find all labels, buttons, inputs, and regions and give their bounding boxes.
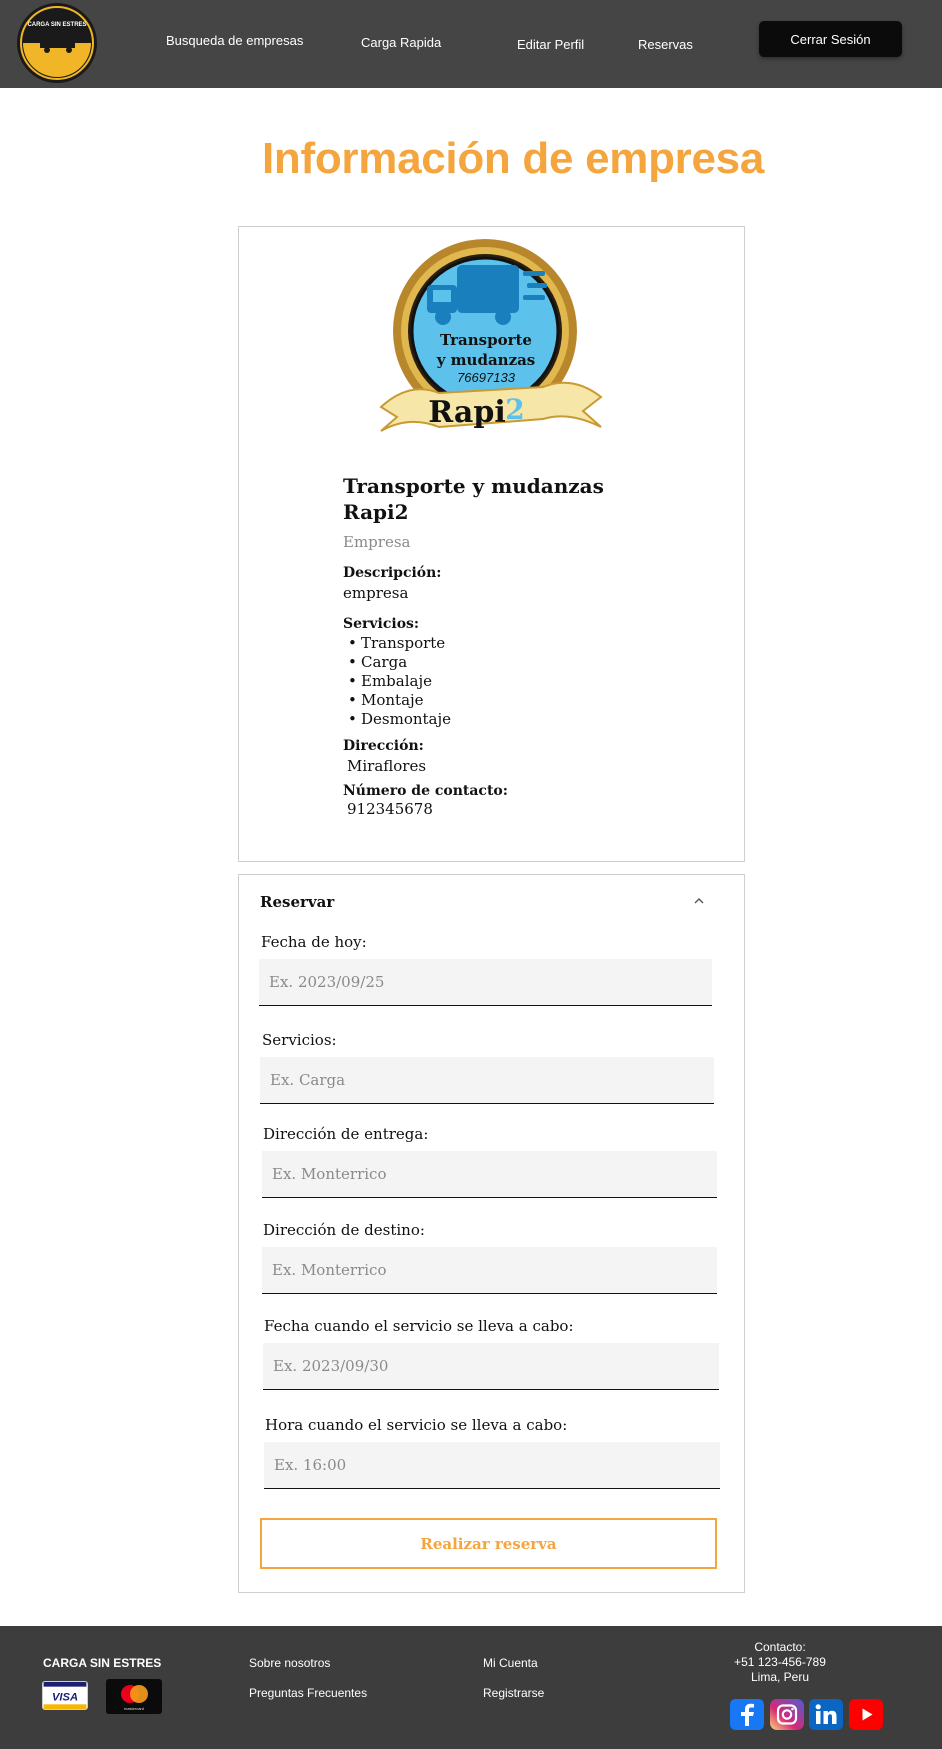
mastercard-text: mastercard xyxy=(124,1706,144,1711)
footer: CARGA SIN ESTRES VISA mastercard Sobre n… xyxy=(0,1626,942,1749)
address-label: Dirección: xyxy=(343,738,424,754)
service-item: Transporte xyxy=(343,634,663,653)
footer-link-about[interactable]: Sobre nosotros xyxy=(249,1656,330,1670)
company-type: Empresa xyxy=(343,533,411,551)
service-date-input[interactable] xyxy=(263,1343,719,1390)
service-item: Desmontaje xyxy=(343,710,663,729)
reservation-title: Reservar xyxy=(260,893,335,911)
services-input[interactable] xyxy=(260,1057,714,1104)
logout-button[interactable]: Cerrar Sesión xyxy=(759,21,902,57)
instagram-icon[interactable] xyxy=(770,1699,804,1730)
linkedin-icon[interactable] xyxy=(809,1699,843,1730)
logo-phone: 76697133 xyxy=(457,370,516,385)
facebook-icon[interactable] xyxy=(730,1699,764,1730)
contact-city: Lima, Peru xyxy=(750,1670,810,1684)
nav-company-search[interactable]: Busqueda de empresas xyxy=(166,33,303,48)
delivery-address-label: Dirección de entrega: xyxy=(263,1125,429,1143)
reservation-form: Reservar Fecha de hoy: Servicios: Direcc… xyxy=(238,874,745,1593)
company-name: Transporte y mudanzas Rapi2 xyxy=(343,473,663,525)
services-field-label: Servicios: xyxy=(262,1031,337,1049)
logo-number: 2 xyxy=(505,393,524,426)
contact-phone: +51 123-456-789 xyxy=(734,1655,826,1669)
footer-link-faq[interactable]: Preguntas Frecuentes xyxy=(249,1686,367,1700)
page-title: Información de empresa xyxy=(262,134,764,183)
delivery-address-input[interactable] xyxy=(262,1151,717,1198)
address-value: Miraflores xyxy=(347,757,427,775)
brand-logo[interactable]: CARGA SIN ESTRES xyxy=(16,2,98,84)
company-name-line2: Rapi2 xyxy=(343,500,409,524)
logo-line1: Transporte xyxy=(440,331,532,349)
company-details: Transporte y mudanzas Rapi2 Empresa Desc… xyxy=(343,473,663,818)
submit-reservation-button[interactable]: Realizar reserva xyxy=(260,1518,717,1569)
destination-address-label: Dirección de destino: xyxy=(263,1221,425,1239)
services-label: Servicios: xyxy=(343,616,420,632)
mastercard-icon: mastercard xyxy=(106,1679,162,1714)
service-item: Montaje xyxy=(343,691,663,710)
footer-link-register[interactable]: Registrarse xyxy=(483,1686,544,1700)
nav-edit-profile[interactable]: Editar Perfil xyxy=(517,37,584,52)
visa-text: VISA xyxy=(52,1692,78,1704)
visa-icon: VISA xyxy=(42,1681,88,1710)
top-navbar: CARGA SIN ESTRES Busqueda de empresas Ca… xyxy=(0,0,942,88)
contact-title: Contacto: xyxy=(754,1640,806,1654)
chevron-up-icon[interactable] xyxy=(691,893,707,909)
footer-contact: Contacto: +51 123-456-789 Lima, Peru xyxy=(700,1640,860,1685)
services-list: Transporte Carga Embalaje Montaje Desmon… xyxy=(343,634,663,729)
service-time-label: Hora cuando el servicio se lleva a cabo: xyxy=(265,1416,568,1434)
today-date-label: Fecha de hoy: xyxy=(261,933,367,951)
service-item: Embalaje xyxy=(343,672,663,691)
nav-reservations[interactable]: Reservas xyxy=(638,37,693,52)
company-info-card: Transporte y mudanzas 76697133 Rapi 2 Tr… xyxy=(238,226,745,862)
logo-name: Rapi xyxy=(428,395,505,430)
footer-brand: CARGA SIN ESTRES xyxy=(43,1656,162,1670)
phone-label: Número de contacto: xyxy=(343,783,508,799)
company-logo: Transporte y mudanzas 76697133 Rapi 2 xyxy=(379,239,603,432)
today-date-input[interactable] xyxy=(259,959,712,1006)
service-date-label: Fecha cuando el servicio se lleva a cabo… xyxy=(264,1317,574,1335)
description-value: empresa xyxy=(343,584,409,602)
company-name-line1: Transporte y mudanzas xyxy=(343,474,604,498)
youtube-icon[interactable] xyxy=(849,1699,883,1730)
phone-value: 912345678 xyxy=(347,800,433,818)
footer-link-account[interactable]: Mi Cuenta xyxy=(483,1656,538,1670)
description-label: Descripción: xyxy=(343,565,442,581)
nav-quick-load[interactable]: Carga Rapida xyxy=(361,35,441,50)
service-item: Carga xyxy=(343,653,663,672)
logo-text: CARGA SIN ESTRES xyxy=(27,22,86,28)
logo-line2: y mudanzas xyxy=(436,351,536,369)
service-time-input[interactable] xyxy=(264,1442,720,1489)
destination-address-input[interactable] xyxy=(262,1247,717,1294)
